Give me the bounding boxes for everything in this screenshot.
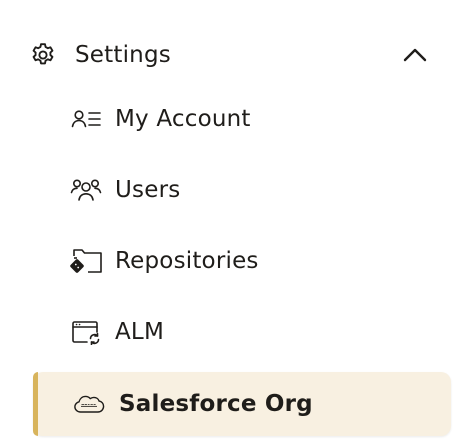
settings-label: Settings xyxy=(75,42,171,68)
users-icon xyxy=(70,174,102,206)
repository-icon xyxy=(70,245,102,277)
nav-item-label: ALM xyxy=(115,319,164,345)
nav-item-label: My Account xyxy=(115,106,251,132)
settings-section-header[interactable]: Settings xyxy=(28,36,432,74)
alm-window-sync-icon xyxy=(70,316,102,348)
gear-icon xyxy=(28,40,58,70)
nav-item-users[interactable]: Users xyxy=(70,170,430,210)
chevron-up-icon[interactable] xyxy=(402,43,428,67)
nav-item-alm[interactable]: ALM xyxy=(70,312,430,352)
nav-item-label: Repositories xyxy=(115,248,259,274)
salesforce-cloud-icon xyxy=(73,388,105,420)
nav-item-label: Salesforce Org xyxy=(119,391,313,417)
nav-item-salesforce-org[interactable]: Salesforce Org xyxy=(33,372,451,436)
account-list-icon xyxy=(70,103,102,135)
nav-item-my-account[interactable]: My Account xyxy=(70,99,430,139)
nav-item-repositories[interactable]: Repositories xyxy=(70,241,430,281)
nav-item-label: Users xyxy=(115,177,181,203)
